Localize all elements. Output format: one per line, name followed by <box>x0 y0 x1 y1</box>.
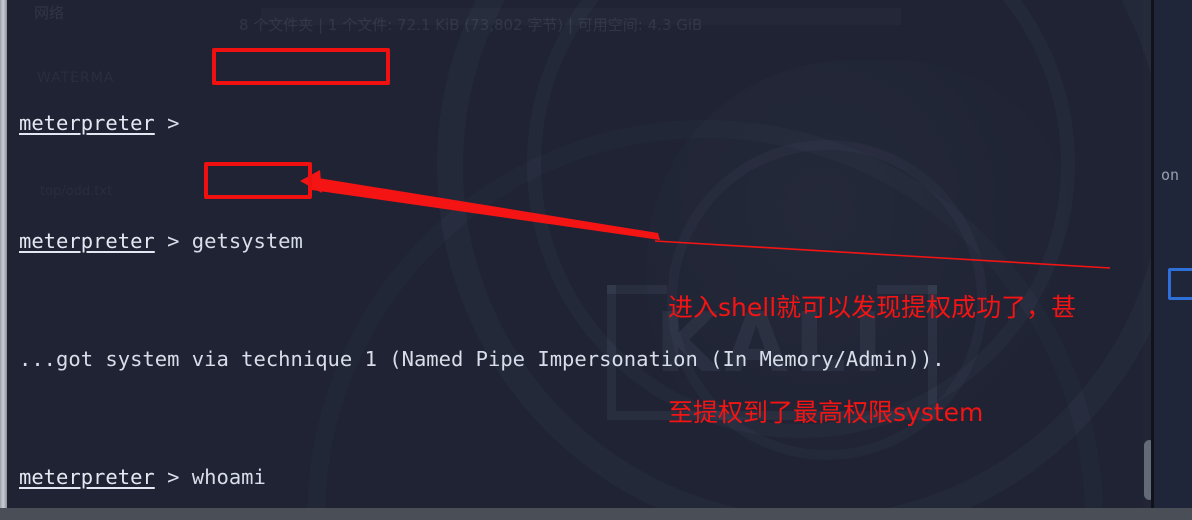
meterpreter-prompt: meterpreter <box>19 228 155 253</box>
annotation-note-line-2: 至提权到了最高权限system <box>668 398 984 427</box>
window-left-rail <box>0 0 7 509</box>
meterpreter-prompt: meterpreter <box>19 110 155 135</box>
window-bottom-bar <box>0 508 1192 520</box>
annotation-note: 进入shell就可以发现提权成功了，甚 至提权到了最高权限system <box>668 220 1168 500</box>
terminal-screenshot: KALI 网络 8 个文件夹 | 1 个文件: 72.1 KiB (73,802… <box>0 0 1192 520</box>
terminal-line-text: > whoami <box>154 464 266 489</box>
annotation-note-line-1: 进入shell就可以发现提权成功了，甚 <box>668 293 1077 322</box>
terminal-line-text: > <box>154 110 192 135</box>
vertical-scrollbar-thumb[interactable] <box>1144 440 1151 500</box>
vertical-scrollbar-track[interactable] <box>1143 0 1151 508</box>
terminal-line: meterpreter > <box>19 109 945 139</box>
meterpreter-prompt: meterpreter <box>19 464 155 489</box>
blue-highlight-box <box>1168 268 1192 300</box>
terminal-line-text: > getsystem <box>154 228 303 253</box>
highlight-box-shell <box>204 162 312 199</box>
right-side-panel <box>1154 0 1192 508</box>
highlight-box-getsystem <box>212 48 390 85</box>
window-divider <box>1151 0 1154 508</box>
